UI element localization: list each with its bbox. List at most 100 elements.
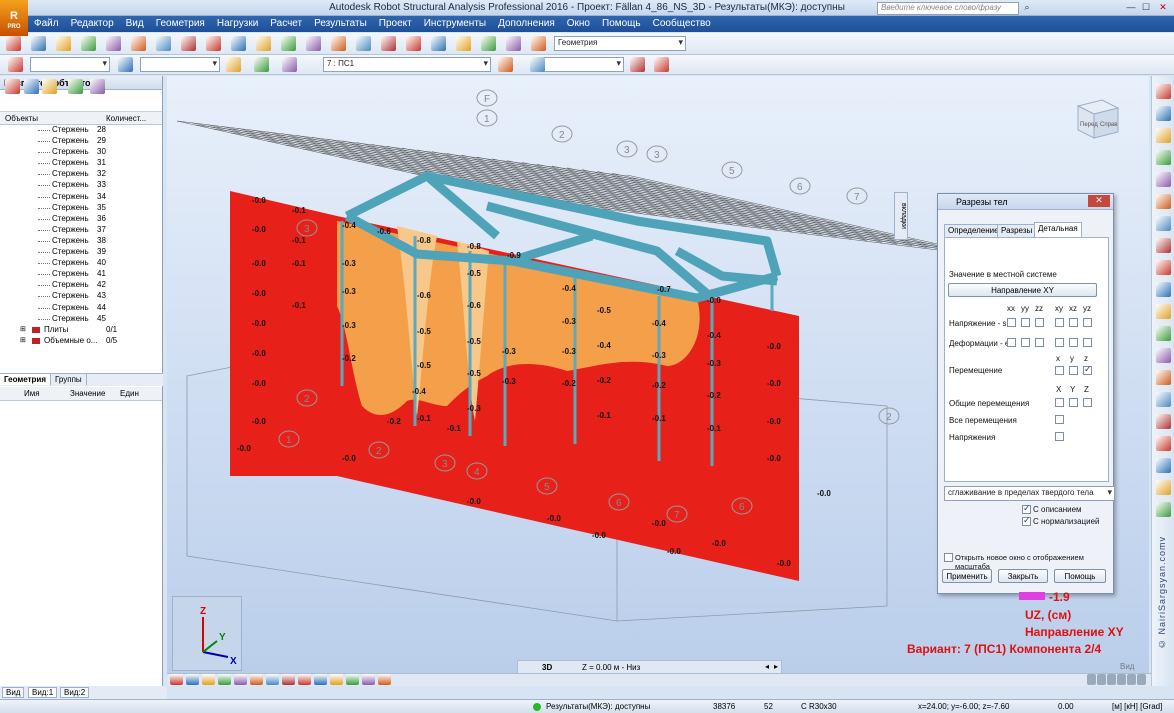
view-tool-icon[interactable] (378, 674, 391, 685)
tab-definition[interactable]: Определение (944, 224, 1003, 237)
view-tool-icon[interactable] (202, 674, 215, 685)
tab-geometry[interactable]: Геометрия (0, 374, 52, 385)
inspector-tool-icon-3[interactable] (68, 79, 83, 94)
layout-combo[interactable]: Геометрия (554, 36, 686, 51)
node-combo[interactable] (30, 57, 110, 72)
toolbar-icon-9[interactable] (231, 36, 246, 51)
right-tool-icon-0[interactable] (1156, 84, 1171, 99)
dialog-close-icon[interactable]: ✕ (1088, 195, 1110, 207)
toolbar2-icon-0[interactable] (8, 57, 23, 72)
right-tool-icon-7[interactable] (1156, 238, 1171, 253)
open-new-window-checkbox[interactable] (944, 553, 953, 562)
toolbar2-icon-6[interactable] (530, 57, 545, 72)
search-input[interactable]: Введите ключевое слово/фразу (877, 2, 1019, 15)
toolbar-icon-17[interactable] (431, 36, 446, 51)
menu-item-12[interactable]: Сообщество (647, 16, 717, 31)
view-tool-icon[interactable] (234, 674, 247, 685)
tree-item-bar[interactable]: Стержень 41 (0, 269, 162, 280)
tree-item-bar[interactable]: Стержень 37 (0, 225, 162, 236)
view-tool-icon[interactable] (346, 674, 359, 685)
disp-checkbox[interactable] (1069, 366, 1078, 375)
level-prev-icon[interactable]: ◂ (765, 662, 769, 671)
inspector-tool-icon-4[interactable] (90, 79, 105, 94)
tree-item-bar[interactable]: Стержень 36 (0, 214, 162, 225)
toolbar-icon-20[interactable] (506, 36, 521, 51)
tree-item-bar[interactable]: Стержень 45 (0, 314, 162, 325)
tree-item-bar[interactable]: Стержень 39 (0, 247, 162, 258)
right-tool-icon-11[interactable] (1156, 326, 1171, 341)
menu-item-11[interactable]: Помощь (596, 16, 647, 31)
tree-item-bar[interactable]: Стержень 32 (0, 169, 162, 180)
view-nav-icon[interactable] (1127, 674, 1136, 685)
right-tool-icon-3[interactable] (1156, 150, 1171, 165)
stress-checkbox[interactable] (1021, 318, 1030, 327)
gen-disp-checkbox[interactable] (1069, 398, 1078, 407)
right-tool-icon-1[interactable] (1156, 106, 1171, 121)
tree-group[interactable]: ⊞ Плиты 0/1 (0, 325, 162, 336)
menu-item-6[interactable]: Результаты (308, 16, 373, 31)
view-tool-icon[interactable] (362, 674, 375, 685)
stress-checkbox[interactable] (1069, 318, 1078, 327)
expand-icon[interactable]: ⊞ (20, 336, 26, 344)
view-tool-icon[interactable] (266, 674, 279, 685)
toolbar-icon-6[interactable] (156, 36, 171, 51)
right-tool-icon-13[interactable] (1156, 370, 1171, 385)
toolbar2-icon-2[interactable] (226, 57, 241, 72)
toolbar-icon-7[interactable] (181, 36, 196, 51)
menu-item-5[interactable]: Расчет (264, 16, 308, 31)
view-tool-icon[interactable] (314, 674, 327, 685)
help-button[interactable]: Помощь (1054, 569, 1106, 583)
smoothing-select[interactable]: сглаживание в пределах твердого тела (944, 486, 1115, 501)
level-next-icon[interactable]: ▸ (774, 662, 778, 671)
tree-item-bar[interactable]: Стержень 28 (0, 125, 162, 136)
inspector-tool-icon-1[interactable] (24, 79, 39, 94)
view-nav-icon[interactable] (1137, 674, 1146, 685)
expand-icon[interactable]: ⊞ (20, 325, 26, 333)
menu-item-7[interactable]: Проект (373, 16, 418, 31)
toolbar-icon-11[interactable] (281, 36, 296, 51)
view-nav-icon[interactable] (1087, 674, 1096, 685)
toolbar-icon-12[interactable] (306, 36, 321, 51)
toolbar-icon-15[interactable] (381, 36, 396, 51)
gen-disp-checkbox[interactable] (1055, 398, 1064, 407)
stress-checkbox[interactable] (1083, 318, 1092, 327)
toolbar-icon-13[interactable] (331, 36, 346, 51)
strain-checkbox[interactable] (1035, 338, 1044, 347)
view-tool-icon[interactable] (250, 674, 263, 685)
right-tool-icon-12[interactable] (1156, 348, 1171, 363)
right-tool-icon-16[interactable] (1156, 436, 1171, 451)
toolbar-icon-18[interactable] (456, 36, 471, 51)
tree-group[interactable]: ⊞ Объемные о... 0/5 (0, 336, 162, 347)
menu-item-9[interactable]: Дополнения (492, 16, 561, 31)
menu-item-0[interactable]: Файл (28, 16, 65, 31)
stress-checkbox[interactable] (1035, 318, 1044, 327)
strain-checkbox[interactable] (1055, 338, 1064, 347)
toolbar-icon-8[interactable] (206, 36, 221, 51)
strain-checkbox[interactable] (1069, 338, 1078, 347)
tree-item-bar[interactable]: Стержень 30 (0, 147, 162, 158)
view-mode[interactable]: 3D (542, 663, 552, 672)
tab-groups[interactable]: Группы (51, 374, 87, 385)
right-tool-icon-4[interactable] (1156, 172, 1171, 187)
z-level[interactable]: Z = 0.00 м - Низ (582, 663, 640, 672)
toolbar-icon-1[interactable] (31, 36, 46, 51)
strain-checkbox[interactable] (1007, 338, 1016, 347)
close-icon[interactable]: ✕ (1156, 2, 1170, 14)
tree-item-bar[interactable]: Стержень 31 (0, 158, 162, 169)
tree-item-bar[interactable]: Стержень 33 (0, 180, 162, 191)
right-tool-icon-9[interactable] (1156, 282, 1171, 297)
right-tool-icon-8[interactable] (1156, 260, 1171, 275)
right-tool-icon-19[interactable] (1156, 502, 1171, 517)
stress-checkbox[interactable] (1007, 318, 1016, 327)
toolbar2-icon-5[interactable] (498, 57, 513, 72)
menu-item-4[interactable]: Нагрузки (211, 16, 264, 31)
view-tool-icon[interactable] (298, 674, 311, 685)
minimize-icon[interactable]: — (1124, 2, 1138, 14)
right-tool-icon-2[interactable] (1156, 128, 1171, 143)
view-tool-icon[interactable] (170, 674, 183, 685)
toolbar2-icon-8[interactable] (654, 57, 669, 72)
right-tool-icon-18[interactable] (1156, 480, 1171, 495)
view-tool-icon[interactable] (282, 674, 295, 685)
tab-view2[interactable]: Вид:2 (60, 687, 90, 698)
menu-item-1[interactable]: Редактор (65, 16, 120, 31)
